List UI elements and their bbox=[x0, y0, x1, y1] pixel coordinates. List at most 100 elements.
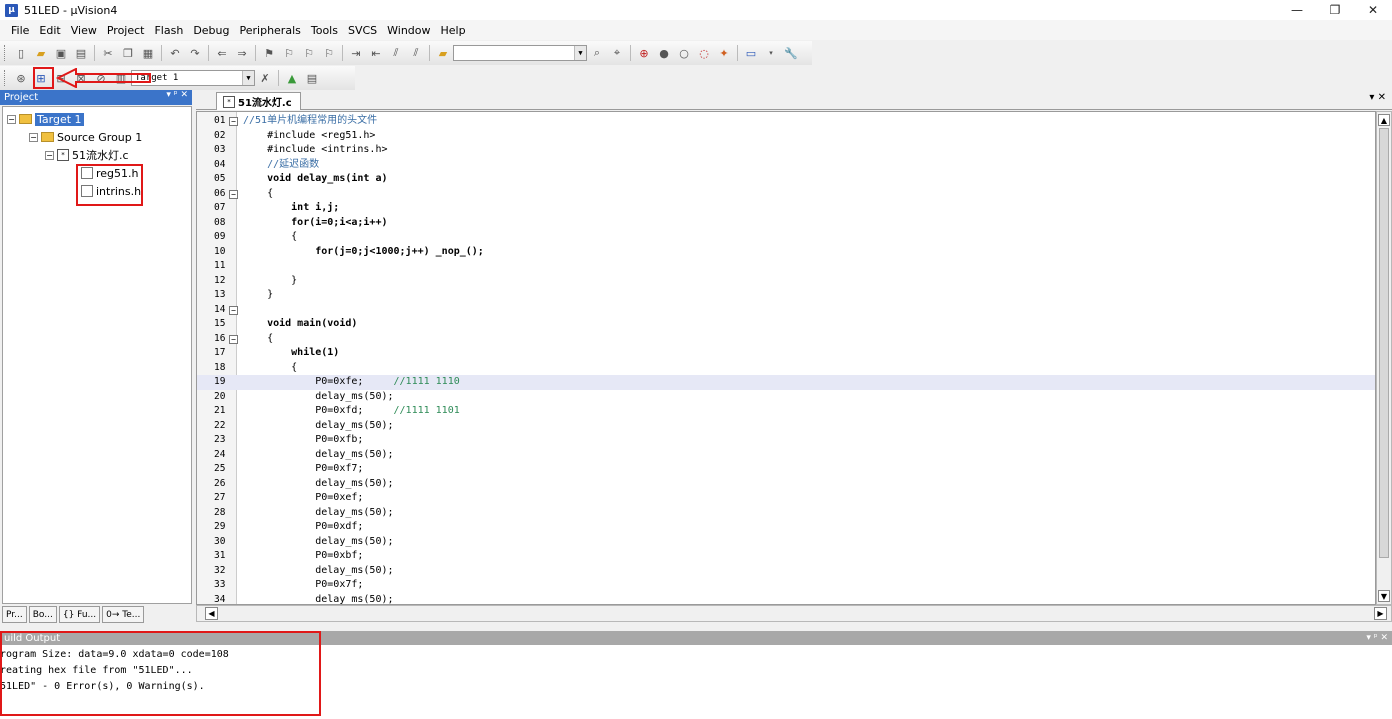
fold-toggle-icon[interactable]: − bbox=[229, 189, 238, 199]
find-in-files-icon[interactable]: ▰ bbox=[435, 45, 451, 61]
new-file-icon[interactable]: ▯ bbox=[13, 45, 29, 61]
code-line[interactable]: 01−//51单片机编程常用的头文件 bbox=[197, 114, 1375, 129]
menu-debug[interactable]: Debug bbox=[188, 24, 234, 37]
code-line[interactable]: 09 { bbox=[197, 230, 1375, 245]
cut-icon[interactable]: ✂ bbox=[100, 45, 116, 61]
editor-horizontal-scrollbar[interactable]: ◀ ▶ bbox=[196, 605, 1392, 622]
tree-item-source-file[interactable]: − * 51流水灯.c bbox=[45, 147, 129, 163]
code-line[interactable]: 21 P0=0xfd; //1111 1101 bbox=[197, 404, 1375, 419]
code-line[interactable]: 23 P0=0xfb; bbox=[197, 433, 1375, 448]
collapse-icon[interactable]: − bbox=[29, 132, 38, 142]
bookmark-icon[interactable]: ⚑ bbox=[261, 45, 277, 61]
code-line[interactable]: 20 delay_ms(50); bbox=[197, 390, 1375, 405]
editor-vertical-scrollbar[interactable]: ▲ ▼ bbox=[1376, 111, 1392, 605]
code-line[interactable]: 18 { bbox=[197, 361, 1375, 376]
nav-forward-icon[interactable]: ⇒ bbox=[234, 45, 250, 61]
fold-toggle-icon[interactable]: − bbox=[229, 305, 238, 315]
code-line[interactable]: 34 delay_ms(50); bbox=[197, 593, 1375, 605]
code-line[interactable]: 29 P0=0xdf; bbox=[197, 520, 1375, 535]
menu-flash[interactable]: Flash bbox=[149, 24, 188, 37]
menu-window[interactable]: Window bbox=[382, 24, 435, 37]
code-line[interactable]: 22 delay_ms(50); bbox=[197, 419, 1375, 434]
tab-templates[interactable]: 0→ Te... bbox=[102, 606, 145, 623]
code-line[interactable]: 02 #include <reg51.h> bbox=[197, 129, 1375, 144]
uncomment-icon[interactable]: ⫽ bbox=[408, 45, 424, 61]
code-line[interactable]: 30 delay_ms(50); bbox=[197, 535, 1375, 550]
window-layout-icon[interactable]: ▭ bbox=[743, 45, 759, 61]
paste-icon[interactable]: ▦ bbox=[140, 45, 156, 61]
collapse-icon[interactable]: − bbox=[45, 150, 54, 160]
incremental-find-icon[interactable]: ⌖ bbox=[609, 45, 625, 61]
tree-item-target[interactable]: − Target 1 bbox=[7, 111, 84, 127]
code-line[interactable]: 19 P0=0xfe; //1111 1110 bbox=[197, 375, 1375, 390]
code-line[interactable]: 27 P0=0xef; bbox=[197, 491, 1375, 506]
scroll-right-icon[interactable]: ▶ bbox=[1374, 607, 1387, 620]
code-line[interactable]: 31 P0=0xbf; bbox=[197, 549, 1375, 564]
code-line[interactable]: 03 #include <intrins.h> bbox=[197, 143, 1375, 158]
code-line[interactable]: 10 for(j=0;j<1000;j++) _nop_(); bbox=[197, 245, 1375, 260]
nav-back-icon[interactable]: ⇐ bbox=[214, 45, 230, 61]
save-all-icon[interactable]: ▤ bbox=[73, 45, 89, 61]
redo-icon[interactable]: ↷ bbox=[187, 45, 203, 61]
menu-tools[interactable]: Tools bbox=[306, 24, 343, 37]
code-line[interactable]: 07 int i,j; bbox=[197, 201, 1375, 216]
code-line[interactable]: 05 void delay_ms(int a) bbox=[197, 172, 1375, 187]
code-line[interactable]: 32 delay_ms(50); bbox=[197, 564, 1375, 579]
kill-breakpoints-icon[interactable]: ◌ bbox=[696, 45, 712, 61]
menu-peripherals[interactable]: Peripherals bbox=[235, 24, 306, 37]
toolbar-grip[interactable] bbox=[4, 45, 7, 61]
code-line[interactable]: 28 delay_ms(50); bbox=[197, 506, 1375, 521]
toolbar-grip[interactable] bbox=[4, 70, 7, 86]
editor-close-controls[interactable]: ▾ ✕ bbox=[1369, 92, 1386, 103]
scroll-down-icon[interactable]: ▼ bbox=[1378, 590, 1390, 602]
code-line[interactable]: 14− bbox=[197, 303, 1375, 318]
code-line[interactable]: 11 bbox=[197, 259, 1375, 274]
copy-icon[interactable]: ❐ bbox=[120, 45, 136, 61]
open-file-icon[interactable]: ▰ bbox=[33, 45, 49, 61]
code-line[interactable]: 16− { bbox=[197, 332, 1375, 347]
debug-session-icon[interactable]: ⊕ bbox=[636, 45, 652, 61]
code-line[interactable]: 24 delay_ms(50); bbox=[197, 448, 1375, 463]
fold-toggle-icon[interactable]: − bbox=[229, 117, 238, 126]
configure-icon[interactable]: 🔧 bbox=[783, 45, 799, 61]
code-line[interactable]: 13 } bbox=[197, 288, 1375, 303]
tab-books[interactable]: Bo... bbox=[28, 606, 57, 623]
prev-bookmark-icon[interactable]: ⚐ bbox=[281, 45, 297, 61]
select-packs-icon[interactable]: ▤ bbox=[304, 70, 320, 86]
menu-file[interactable]: File bbox=[6, 24, 34, 37]
code-line[interactable]: 04 //延迟函数 bbox=[197, 158, 1375, 173]
build-output-controls[interactable]: ▾ ᵖ ✕ bbox=[1366, 633, 1388, 643]
fold-toggle-icon[interactable]: − bbox=[229, 334, 238, 344]
manage-components-icon[interactable]: ▲ bbox=[284, 70, 300, 86]
menu-edit[interactable]: Edit bbox=[34, 24, 65, 37]
code-line[interactable]: 33 P0=0x7f; bbox=[197, 578, 1375, 593]
tab-source-file[interactable]: * 51流水灯.c bbox=[216, 92, 301, 110]
menu-project[interactable]: Project bbox=[102, 24, 150, 37]
code-line[interactable]: 06− { bbox=[197, 187, 1375, 202]
breakpoint-icon[interactable]: ● bbox=[656, 45, 672, 61]
minimize-button[interactable]: — bbox=[1278, 0, 1316, 20]
tab-project[interactable]: Pr... bbox=[2, 606, 27, 623]
code-line[interactable]: 08 for(i=0;i<a;i++) bbox=[197, 216, 1375, 231]
menu-svcs[interactable]: SVCS bbox=[343, 24, 382, 37]
project-panel-controls[interactable]: ▾ ᵖ ✕ bbox=[166, 90, 188, 100]
menu-help[interactable]: Help bbox=[436, 24, 471, 37]
restore-button[interactable]: ❐ bbox=[1316, 0, 1354, 20]
scroll-thumb[interactable] bbox=[1379, 128, 1389, 558]
menu-view[interactable]: View bbox=[66, 24, 102, 37]
disable-breakpoint-icon[interactable]: ○ bbox=[676, 45, 692, 61]
translate-icon[interactable]: ⊛ bbox=[13, 70, 29, 86]
code-editor[interactable]: 01−//51单片机编程常用的头文件 02 #include <reg51.h> 0… bbox=[196, 111, 1376, 605]
collapse-icon[interactable]: − bbox=[7, 114, 16, 124]
unindent-icon[interactable]: ⇤ bbox=[368, 45, 384, 61]
clear-bookmarks-icon[interactable]: ⚐ bbox=[321, 45, 337, 61]
scroll-left-icon[interactable]: ◀ bbox=[205, 607, 218, 620]
find-icon[interactable]: ⌕ bbox=[589, 45, 605, 61]
target-options-icon[interactable]: ✗ bbox=[257, 70, 273, 86]
dropdown-arrow-icon[interactable]: ▾ bbox=[763, 45, 779, 61]
close-button[interactable]: ✕ bbox=[1354, 0, 1392, 20]
save-icon[interactable]: ▣ bbox=[53, 45, 69, 61]
clear-breakpoints-icon[interactable]: ✦ bbox=[716, 45, 732, 61]
code-line[interactable]: 17 while(1) bbox=[197, 346, 1375, 361]
next-bookmark-icon[interactable]: ⚐ bbox=[301, 45, 317, 61]
